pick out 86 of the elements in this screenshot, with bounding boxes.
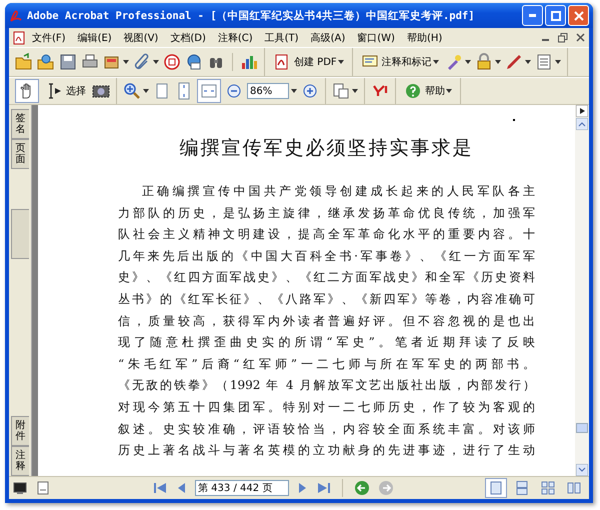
body-text-line: 历史上著名战斗与著名英模的立功献身的先进事迹，进行了生动 bbox=[118, 442, 535, 460]
menu-item[interactable]: 编辑(E) bbox=[72, 30, 117, 44]
menu-item[interactable]: 文档(D) bbox=[165, 30, 211, 44]
caret-icon[interactable] bbox=[338, 60, 344, 64]
body-text-line: 叙述。史实较准确，评语较恰当，内容较全面系统丰富。对该师 bbox=[118, 420, 535, 438]
window-title: Adobe Acrobat Professional - [（中国红军纪实丛书4共三卷）中国红军史考评.pdf] bbox=[27, 8, 476, 22]
page-layout-icon bbox=[541, 481, 555, 495]
zoom-out-icon[interactable] bbox=[225, 82, 243, 100]
side-tab[interactable]: 页面 bbox=[11, 139, 29, 169]
lock-icon[interactable] bbox=[474, 53, 493, 71]
menu-item[interactable]: 高级(A) bbox=[306, 30, 350, 44]
paperclip-icon[interactable] bbox=[133, 53, 151, 71]
zoom-field[interactable]: 86% bbox=[247, 83, 289, 99]
close-icon bbox=[574, 10, 584, 20]
side-tab[interactable]: 注释 bbox=[11, 446, 29, 476]
page-icon[interactable] bbox=[37, 481, 49, 495]
menu-item[interactable]: 窗口(W) bbox=[352, 30, 400, 44]
document-list-icon[interactable] bbox=[534, 53, 553, 71]
comment-markup-button[interactable]: 注释和标记 bbox=[358, 51, 441, 73]
create-pdf-button[interactable]: 创建 PDF bbox=[271, 51, 346, 73]
caret-icon[interactable] bbox=[554, 60, 561, 64]
body-text-line: 力部队的历史，是弘扬主旋律，继承发扬革命优良传统，加强军 bbox=[118, 204, 535, 222]
restore-icon[interactable] bbox=[558, 32, 568, 42]
page-layout-icon bbox=[515, 481, 529, 495]
help-icon[interactable] bbox=[404, 82, 422, 100]
zoom-in-icon[interactable] bbox=[123, 82, 141, 100]
stamp-icon[interactable] bbox=[163, 53, 181, 71]
pdf-logo-icon bbox=[9, 8, 23, 22]
menu-item[interactable]: 工具(T) bbox=[260, 30, 304, 44]
first-page-icon[interactable] bbox=[153, 481, 167, 495]
select-tool-button[interactable]: 选择 bbox=[43, 80, 88, 102]
rotate-page-icon[interactable] bbox=[332, 82, 350, 100]
caret-icon[interactable] bbox=[494, 60, 501, 64]
body-text-line: 对现今第五十四集团军。特别对一二七师历史，作了较为客观的 bbox=[118, 398, 535, 416]
save-icon[interactable] bbox=[59, 53, 77, 71]
body-text-line: 正确编撰宣传中国共产党领导创建成长起来的人民军队各主 bbox=[141, 183, 535, 200]
caret-icon[interactable] bbox=[432, 60, 439, 64]
minimize-icon bbox=[528, 14, 536, 17]
vertical-scrollbar[interactable] bbox=[575, 105, 589, 476]
minimize-button[interactable] bbox=[522, 5, 543, 26]
menu-item[interactable]: 文件(F) bbox=[27, 30, 71, 44]
maximize-icon bbox=[550, 10, 560, 20]
body-text-line: “朱毛红军”后裔“红军师”一二七师与所在军军史的两部书。 bbox=[118, 356, 535, 373]
help-button[interactable]: 帮助 bbox=[402, 80, 454, 102]
side-tab[interactable]: 附件 bbox=[11, 416, 29, 446]
document-heading: 编撰宣传军史必须坚持实事求是 bbox=[180, 136, 474, 161]
scroll-down-icon[interactable] bbox=[576, 464, 588, 476]
page-layout-button[interactable] bbox=[485, 478, 507, 498]
page-layout-icon bbox=[567, 481, 581, 495]
body-text-line: 几年来先后出版的《中国大百科全书·军事卷》、《红一方面军军 bbox=[118, 248, 535, 265]
close-button[interactable] bbox=[568, 5, 589, 26]
page-layout-icon bbox=[489, 481, 503, 495]
page-number-field[interactable]: 第 433 / 442 页 bbox=[195, 480, 289, 496]
menu-item[interactable]: 帮助(H) bbox=[402, 30, 448, 44]
caret-icon[interactable] bbox=[291, 89, 297, 93]
pdf-document-icon bbox=[13, 30, 25, 44]
caret-icon[interactable] bbox=[123, 60, 129, 64]
open-folder-icon[interactable] bbox=[15, 53, 33, 71]
scroll-up-icon[interactable] bbox=[576, 118, 588, 130]
body-text-line: 丛书》的《红军长征》、《八路军》、《新四军》等卷，内容准确可 bbox=[118, 290, 535, 308]
zoom-step-in-icon[interactable] bbox=[301, 82, 319, 100]
side-tab[interactable]: 签名 bbox=[11, 109, 29, 139]
scroll-thumb[interactable] bbox=[576, 423, 588, 433]
body-text-line: 信，质量较高，获得军内外读者普遍好评。但不容忽视的是也出 bbox=[118, 312, 535, 330]
caret-icon[interactable] bbox=[524, 60, 531, 64]
body-text-line: 现了随意杜撰歪曲史实的所谓“军史”。笔者近期拜读了反映 bbox=[118, 334, 535, 352]
caret-icon[interactable] bbox=[143, 89, 149, 93]
caret-icon[interactable] bbox=[153, 60, 159, 64]
monitor-icon[interactable] bbox=[13, 481, 27, 495]
globe-folder-icon[interactable] bbox=[37, 53, 55, 71]
body-text-line: 史》、《红四方面军战史》、《红二方面军战史》和全军《历史资料 bbox=[118, 269, 535, 286]
caret-icon[interactable] bbox=[352, 89, 358, 93]
close-icon[interactable] bbox=[576, 33, 585, 42]
pen-icon[interactable] bbox=[504, 53, 523, 71]
maximize-button[interactable] bbox=[545, 5, 566, 26]
body-text-line: 《无敌的铁拳》（1992 年 4 月解放军文艺出版社出版，内部发行） bbox=[118, 377, 535, 394]
email-globe-icon[interactable] bbox=[185, 53, 203, 71]
chart-icon[interactable] bbox=[240, 53, 258, 71]
caret-icon[interactable] bbox=[464, 60, 471, 64]
last-page-icon[interactable] bbox=[317, 481, 331, 495]
menu-item[interactable]: 视图(V) bbox=[118, 30, 164, 44]
triangle-right-icon[interactable] bbox=[576, 105, 588, 117]
speck-mark bbox=[513, 119, 515, 121]
menu-item[interactable]: 注释(C) bbox=[212, 30, 258, 44]
body-text-line: 队社会主义精神文明建设，提高全军革命化水平的重要内容。十 bbox=[118, 226, 535, 244]
caret-icon[interactable] bbox=[446, 89, 452, 93]
